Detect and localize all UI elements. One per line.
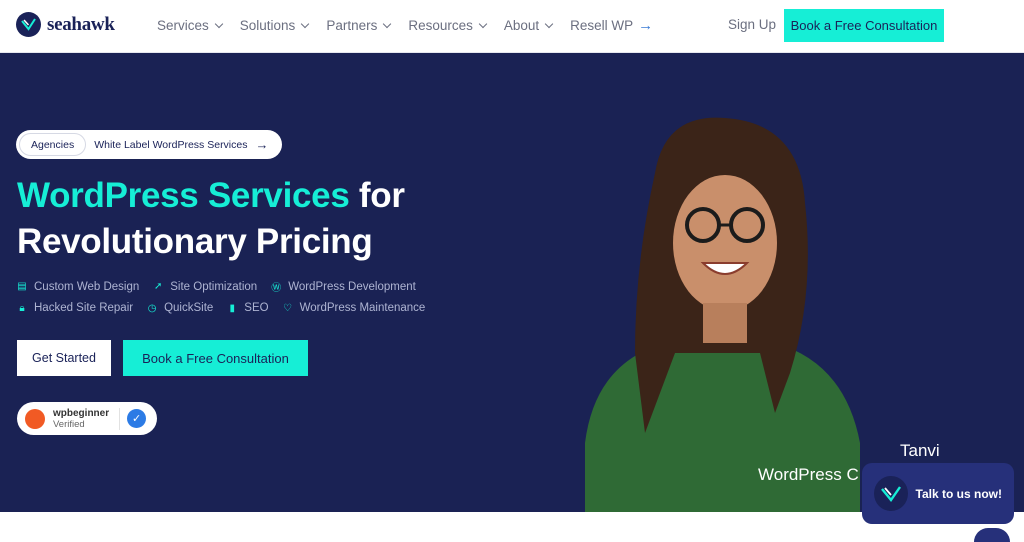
feature-item[interactable]: ♡ WordPress Maintenance: [283, 302, 426, 314]
feature-item[interactable]: Ⓦ WordPress Development: [271, 279, 416, 295]
nav-partners[interactable]: Partners: [326, 17, 392, 34]
feature-label: QuickSite: [164, 302, 214, 314]
testimonial-role: WordPress C: [758, 465, 859, 484]
chat-widget[interactable]: Talk to us now!: [862, 463, 1014, 524]
nav-about-label: About: [503, 18, 540, 33]
chevron-down-icon: [214, 19, 224, 29]
heart-icon: ♡: [283, 302, 293, 314]
feature-item[interactable]: ➚ Site Optimization: [153, 279, 257, 294]
feature-list: ▤ Custom Web Design ➚ Site Optimization …: [17, 279, 425, 322]
testimonial-name: Tanvi: [900, 441, 940, 460]
chevron-down-icon: [478, 19, 488, 29]
feature-row: 🔒︎ Hacked Site Repair ◷ QuickSite ▮ SEO …: [17, 302, 425, 314]
scroll-to-top-button[interactable]: [974, 528, 1010, 542]
nav-about[interactable]: About: [503, 17, 554, 34]
nav-resources[interactable]: Resources: [408, 17, 488, 34]
nav-partners-label: Partners: [326, 18, 378, 33]
seahawk-logo[interactable]: seahawk: [16, 12, 115, 37]
nav-solutions-label: Solutions: [239, 18, 296, 33]
hero-headline: WordPress Services for Revolutionary Pri…: [17, 173, 405, 265]
headline-for: for: [358, 176, 405, 215]
feature-label: SEO: [244, 302, 269, 314]
hero-portrait: [585, 117, 860, 512]
headline-line-2: Revolutionary Pricing: [17, 222, 373, 261]
rocket-icon: ➚: [154, 281, 163, 292]
wordpress-icon: Ⓦ: [271, 283, 282, 294]
arrow-right-icon: →: [638, 17, 654, 34]
feature-item[interactable]: ▤ Custom Web Design: [17, 279, 139, 294]
feature-item[interactable]: 🔒︎ Hacked Site Repair: [17, 302, 133, 314]
feature-label: WordPress Development: [288, 280, 416, 293]
feature-row: ▤ Custom Web Design ➚ Site Optimization …: [17, 279, 425, 295]
top-navbar: seahawk Services Solutions Partners Reso…: [0, 0, 1024, 53]
hero-section: Agencies White Label WordPress Services …: [0, 53, 1024, 512]
pill-tag: Agencies: [19, 133, 87, 156]
feature-label: Site Optimization: [170, 280, 258, 293]
chevron-down-icon: [544, 19, 554, 29]
nav-consultation-button[interactable]: Book a Free Consultation: [784, 9, 944, 42]
feature-label: Hacked Site Repair: [34, 302, 134, 314]
logo-wordmark: seahawk: [47, 13, 115, 35]
chat-label: Talk to us now!: [915, 486, 1002, 501]
chevron-down-icon: [301, 19, 310, 29]
seahawk-chat-icon: [874, 476, 908, 511]
nav-resell-wp-label: Resell WP: [570, 18, 634, 33]
chevron-down-icon: [383, 19, 392, 29]
lock-icon: 🔒︎: [19, 302, 25, 314]
main-menu: Services Solutions Partners Resources Ab…: [157, 17, 653, 34]
sign-up-link[interactable]: Sign Up: [728, 17, 776, 32]
bar-chart-icon: ▮: [229, 302, 236, 314]
wpbeginner-verified-badge[interactable]: wpbeginner Verified ✓: [17, 402, 157, 435]
verified-check-icon: ✓: [127, 409, 147, 428]
nav-services-label: Services: [157, 18, 209, 33]
pill-text: White Label WordPress Services: [94, 138, 248, 151]
nav-solutions[interactable]: Solutions: [239, 17, 310, 34]
seahawk-logo-icon: [16, 12, 41, 37]
feature-label: WordPress Maintenance: [299, 302, 426, 314]
hero-consultation-button[interactable]: Book a Free Consultation: [123, 340, 308, 376]
feature-label: Custom Web Design: [34, 280, 140, 293]
arrow-right-icon: →: [255, 137, 269, 152]
nav-resources-label: Resources: [408, 18, 473, 33]
wpbeginner-logo-icon: [25, 408, 45, 429]
badge-text: wpbeginner Verified: [53, 408, 109, 430]
badge-divider: [119, 407, 121, 430]
clock-icon: ◷: [147, 302, 157, 314]
nav-resell-wp[interactable]: Resell WP →: [570, 17, 653, 34]
layout-icon: ▤: [17, 281, 27, 292]
get-started-button[interactable]: Get Started: [17, 340, 111, 376]
headline-accent: WordPress Services: [17, 176, 350, 215]
feature-item[interactable]: ▮ SEO: [227, 302, 269, 314]
feature-item[interactable]: ◷ QuickSite: [147, 302, 214, 314]
nav-services[interactable]: Services: [157, 17, 224, 34]
badge-status: Verified: [53, 418, 85, 430]
badge-name: wpbeginner: [53, 407, 110, 419]
agencies-pill[interactable]: Agencies White Label WordPress Services …: [16, 130, 282, 159]
